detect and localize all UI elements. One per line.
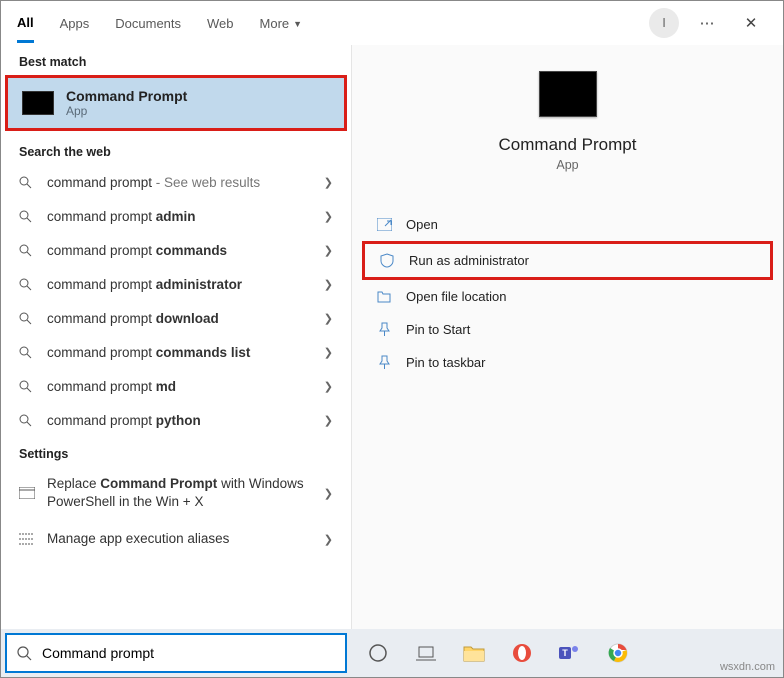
web-suggestion[interactable]: command prompt download ❯ — [1, 301, 351, 335]
tabs: All Apps Documents Web More▼ — [17, 3, 649, 43]
pin-icon — [374, 355, 394, 370]
action-label: Open file location — [406, 289, 506, 304]
preview-subtitle: App — [556, 158, 578, 172]
tab-apps[interactable]: Apps — [60, 4, 90, 41]
folder-icon — [374, 290, 394, 303]
opera-icon[interactable] — [509, 640, 535, 666]
suggestion-text: command prompt download — [47, 311, 324, 326]
command-prompt-icon — [539, 71, 597, 117]
action-file-location[interactable]: Open file location — [362, 280, 773, 313]
search-icon — [19, 244, 37, 257]
suggestion-text: command prompt md — [47, 379, 324, 394]
web-suggestion[interactable]: command prompt administrator ❯ — [1, 267, 351, 301]
web-suggestion[interactable]: command prompt md ❯ — [1, 369, 351, 403]
preview-title: Command Prompt — [499, 135, 637, 155]
search-icon — [19, 210, 37, 223]
action-pin-taskbar[interactable]: Pin to taskbar — [362, 346, 773, 379]
header-actions: I ⋯ ✕ — [649, 7, 767, 39]
results-pane: Best match Command Prompt App Search the… — [1, 45, 351, 629]
suggestion-text: command prompt commands list — [47, 345, 324, 360]
cortana-icon[interactable] — [365, 640, 391, 666]
explorer-icon[interactable] — [461, 640, 487, 666]
chevron-right-icon: ❯ — [324, 176, 333, 189]
watermark: wsxdn.com — [720, 661, 775, 673]
action-label: Pin to Start — [406, 322, 470, 337]
suggestion-text: command prompt admin — [47, 209, 324, 224]
suggestion-text: command prompt python — [47, 413, 324, 428]
ellipsis-icon[interactable]: ⋯ — [691, 7, 723, 39]
search-icon — [19, 346, 37, 359]
settings-text: Replace Command Prompt with Windows Powe… — [47, 475, 324, 511]
taskbar-icons: T — [351, 640, 631, 666]
avatar[interactable]: I — [649, 8, 679, 38]
search-icon — [17, 646, 32, 661]
teams-icon[interactable]: T — [557, 640, 583, 666]
chevron-right-icon: ❯ — [324, 533, 333, 546]
header-bar: All Apps Documents Web More▼ I ⋯ ✕ — [1, 1, 783, 45]
tab-web[interactable]: Web — [207, 4, 234, 41]
open-icon — [374, 218, 394, 231]
search-icon — [19, 176, 37, 189]
action-label: Pin to taskbar — [406, 355, 486, 370]
close-icon[interactable]: ✕ — [735, 7, 767, 39]
chevron-right-icon: ❯ — [324, 210, 333, 223]
search-icon — [19, 380, 37, 393]
web-suggestion[interactable]: command prompt commands list ❯ — [1, 335, 351, 369]
web-suggestion[interactable]: command prompt python ❯ — [1, 403, 351, 437]
chevron-right-icon: ❯ — [324, 278, 333, 291]
tab-documents[interactable]: Documents — [115, 4, 181, 41]
action-label: Open — [406, 217, 438, 232]
search-box[interactable] — [5, 633, 347, 673]
chrome-icon[interactable] — [605, 640, 631, 666]
action-label: Run as administrator — [409, 253, 529, 268]
search-icon — [19, 278, 37, 291]
preview-pane: Command Prompt App Open Run as administr… — [351, 45, 783, 629]
suggestion-text: command prompt administrator — [47, 277, 324, 292]
best-match-label: Best match — [1, 45, 351, 75]
pin-icon — [374, 322, 394, 337]
tab-more[interactable]: More▼ — [260, 4, 303, 41]
chevron-right-icon: ❯ — [324, 346, 333, 359]
web-suggestion[interactable]: command prompt - See web results ❯ — [1, 165, 351, 199]
web-suggestion[interactable]: command prompt admin ❯ — [1, 199, 351, 233]
settings-item-aliases[interactable]: Manage app execution aliases ❯ — [1, 519, 351, 559]
chevron-right-icon: ❯ — [324, 312, 333, 325]
suggestion-text: command prompt commands — [47, 243, 324, 258]
search-icon — [19, 414, 37, 427]
best-match-subtitle: App — [66, 104, 187, 118]
chevron-right-icon: ❯ — [324, 380, 333, 393]
taskview-icon[interactable] — [413, 640, 439, 666]
actions-list: Open Run as administrator Open file loca… — [352, 208, 783, 379]
best-match-title: Command Prompt — [66, 88, 187, 104]
settings-text: Manage app execution aliases — [47, 530, 324, 548]
suggestion-text: command prompt - See web results — [47, 175, 324, 190]
search-input[interactable] — [42, 645, 335, 661]
taskbar: T — [1, 629, 783, 677]
command-prompt-icon — [22, 91, 54, 115]
web-suggestion[interactable]: command prompt commands ❯ — [1, 233, 351, 267]
chevron-right-icon: ❯ — [324, 487, 333, 500]
best-match-item[interactable]: Command Prompt App — [5, 75, 347, 131]
action-run-administrator[interactable]: Run as administrator — [362, 241, 773, 280]
action-open[interactable]: Open — [362, 208, 773, 241]
svg-text:T: T — [562, 648, 568, 658]
settings-icon — [19, 487, 37, 499]
chevron-down-icon: ▼ — [293, 19, 302, 29]
tab-all[interactable]: All — [17, 3, 34, 43]
search-web-label: Search the web — [1, 135, 351, 165]
action-pin-start[interactable]: Pin to Start — [362, 313, 773, 346]
chevron-right-icon: ❯ — [324, 244, 333, 257]
chevron-right-icon: ❯ — [324, 414, 333, 427]
list-icon — [19, 533, 37, 545]
shield-icon — [377, 253, 397, 268]
search-icon — [19, 312, 37, 325]
settings-item-replace[interactable]: Replace Command Prompt with Windows Powe… — [1, 467, 351, 519]
settings-label: Settings — [1, 437, 351, 467]
